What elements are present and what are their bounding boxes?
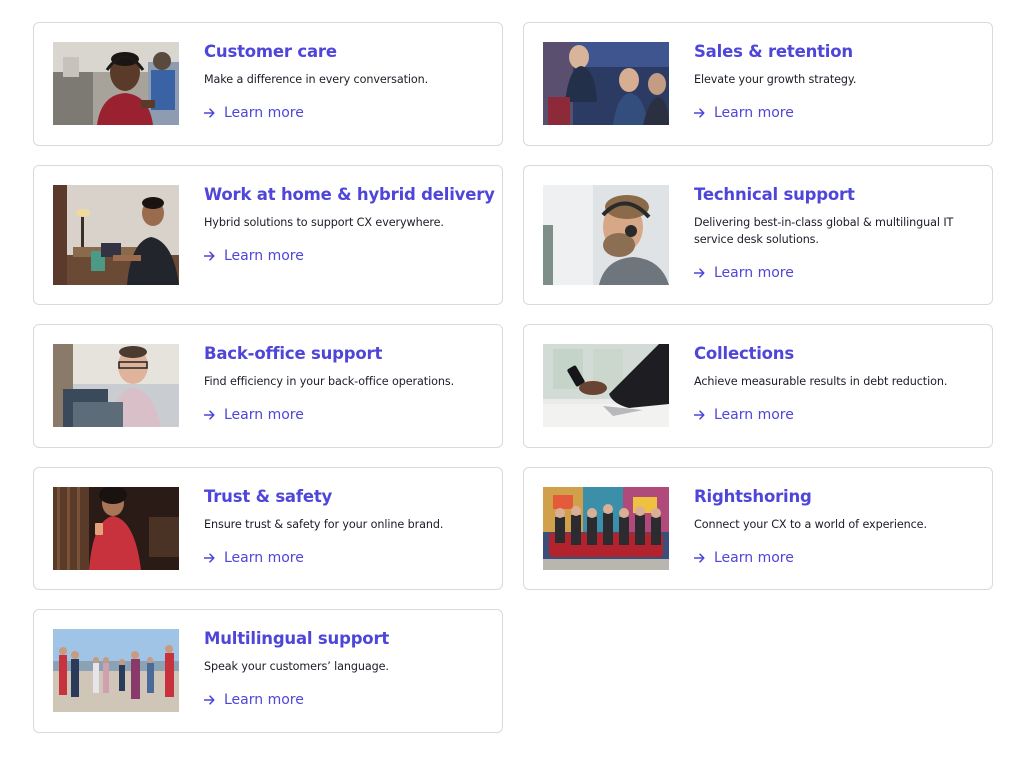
service-card: Customer care Make a difference in every… [33, 22, 503, 146]
learn-more-link[interactable]: Learn more [204, 549, 304, 567]
call-center-team-photo [543, 42, 669, 125]
learn-more-label: Learn more [714, 407, 794, 423]
card-title[interactable]: Trust & safety [204, 486, 484, 508]
learn-more-label: Learn more [714, 265, 794, 281]
service-card: Rightshoring Connect your CX to a world … [523, 467, 993, 590]
arrow-right-icon [204, 695, 215, 705]
smiling-man-glasses-photo [53, 344, 179, 427]
service-card: Work at home & hybrid delivery Hybrid so… [33, 165, 503, 305]
learn-more-label: Learn more [224, 105, 304, 121]
card-title[interactable]: Sales & retention [694, 41, 974, 63]
card-title[interactable]: Multilingual support [204, 628, 484, 650]
card-title[interactable]: Rightshoring [694, 486, 974, 508]
woman-with-phone-photo [53, 487, 179, 570]
service-card: Multilingual support Speak your customer… [33, 609, 503, 733]
card-description: Elevate your growth strategy. [694, 73, 857, 86]
card-description: Connect your CX to a world of experience… [694, 518, 927, 531]
arrow-right-icon [204, 108, 215, 118]
learn-more-label: Learn more [714, 550, 794, 566]
learn-more-link[interactable]: Learn more [204, 691, 304, 709]
learn-more-label: Learn more [224, 550, 304, 566]
learn-more-link[interactable]: Learn more [204, 247, 304, 265]
card-description: Make a difference in every conversation. [204, 73, 429, 86]
arrow-right-icon [694, 553, 705, 563]
service-card: Trust & safety Ensure trust & safety for… [33, 467, 503, 590]
man-working-at-desk-photo [53, 185, 179, 285]
service-card: Collections Achieve measurable results i… [523, 324, 993, 448]
arrow-right-icon [204, 410, 215, 420]
card-title[interactable]: Technical support [694, 184, 974, 206]
card-description: Achieve measurable results in debt reduc… [694, 375, 948, 388]
arrow-right-icon [204, 553, 215, 563]
arrow-right-icon [694, 108, 705, 118]
service-card: Technical support Delivering best-in-cla… [523, 165, 993, 305]
card-description: Delivering best-in-class global & multil… [694, 216, 954, 246]
card-description: Ensure trust & safety for your online br… [204, 518, 444, 531]
learn-more-link[interactable]: Learn more [694, 104, 794, 122]
learn-more-link[interactable]: Learn more [694, 264, 794, 282]
agent-with-headset-photo [53, 42, 179, 125]
learn-more-label: Learn more [714, 105, 794, 121]
card-description: Hybrid solutions to support CX everywher… [204, 216, 444, 229]
bearded-agent-headset-photo [543, 185, 669, 285]
service-card: Back-office support Find efficiency in y… [33, 324, 503, 448]
card-title[interactable]: Collections [694, 343, 974, 365]
group-on-red-sofa-photo [543, 487, 669, 570]
arrow-right-icon [694, 268, 705, 278]
learn-more-link[interactable]: Learn more [694, 549, 794, 567]
card-description: Speak your customers’ language. [204, 660, 389, 673]
learn-more-label: Learn more [224, 692, 304, 708]
learn-more-link[interactable]: Learn more [204, 104, 304, 122]
card-description: Find efficiency in your back-office oper… [204, 375, 455, 388]
arrow-right-icon [204, 251, 215, 261]
hand-holding-phone-photo [543, 344, 669, 427]
group-walking-outdoors-photo [53, 629, 179, 712]
learn-more-link[interactable]: Learn more [694, 406, 794, 424]
arrow-right-icon [694, 410, 705, 420]
learn-more-label: Learn more [224, 407, 304, 423]
card-title[interactable]: Customer care [204, 41, 484, 63]
card-title[interactable]: Back-office support [204, 343, 484, 365]
learn-more-label: Learn more [224, 248, 304, 264]
service-card: Sales & retention Elevate your growth st… [523, 22, 993, 146]
card-title[interactable]: Work at home & hybrid delivery [204, 184, 495, 206]
learn-more-link[interactable]: Learn more [204, 406, 304, 424]
